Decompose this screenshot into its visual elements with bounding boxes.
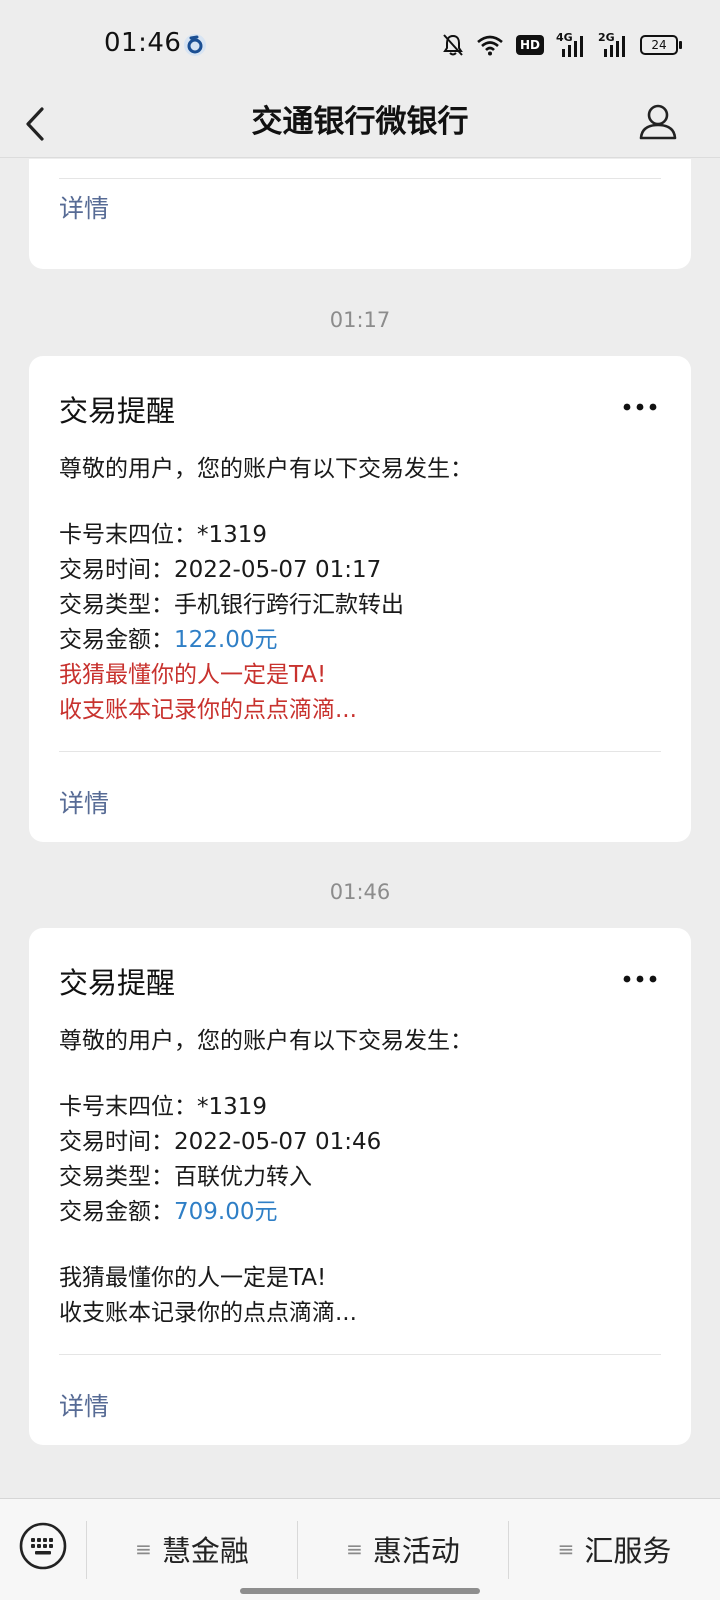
status-icons: HD 4G 2G 24: [442, 30, 682, 60]
detail-link[interactable]: 详情: [59, 784, 109, 820]
menu-lines-icon: ≡: [557, 1537, 575, 1561]
menu-item-label: 慧金融: [161, 1534, 249, 1568]
card-title: 交易提醒: [59, 966, 176, 1000]
message-card: 详情: [29, 159, 691, 269]
signal-2g-icon: 2G: [598, 31, 628, 57]
greeting-text: 尊敬的用户，您的账户有以下交易发生：: [59, 456, 473, 482]
transaction-amount-row: 交易金额：709.00元: [59, 1195, 661, 1230]
transaction-type-value: 手机银行跨行汇款转出: [174, 592, 404, 618]
promo-text-line-2: 收支账本记录你的点点滴滴...: [59, 1300, 357, 1326]
transaction-time-label: 交易时间：: [59, 557, 174, 583]
menu-item-hui-fuwu[interactable]: ≡ 汇服务: [509, 1527, 720, 1571]
more-dots-icon: [623, 403, 657, 411]
transaction-type-label: 交易类型：: [59, 1164, 174, 1190]
menu-item-hui-huodong[interactable]: ≡ 惠活动: [298, 1527, 508, 1571]
keyboard-icon: [19, 1522, 67, 1570]
card-number-value: *1319: [197, 522, 268, 548]
promo-text-line-1: 我猜最懂你的人一定是TA!: [59, 1265, 327, 1291]
menu-lines-icon: ≡: [135, 1537, 152, 1561]
card-number-row: 卡号末四位：*1319: [59, 518, 661, 553]
transaction-amount-label: 交易金额：: [59, 627, 174, 653]
card-number-row: 卡号末四位：*1319: [59, 1090, 661, 1125]
message-card: 交易提醒 尊敬的用户，您的账户有以下交易发生： 卡号末四位：*1319 交易时间…: [29, 356, 691, 842]
home-indicator[interactable]: [240, 1588, 480, 1594]
more-options-button[interactable]: [623, 970, 657, 983]
detail-link[interactable]: 详情: [59, 189, 109, 225]
more-options-button[interactable]: [623, 398, 657, 411]
bottom-menu-bar: ≡ 慧金融 ≡ 惠活动 ≡ 汇服务: [0, 1498, 720, 1600]
transaction-amount-label: 交易金额：: [59, 1199, 174, 1225]
signal-4g-icon: 4G: [556, 31, 586, 57]
status-bar: 01:46 HD 4G 2G 24: [0, 0, 720, 90]
message-list[interactable]: 详情 01:17 交易提醒 尊敬的用户，您的账户有以下交易发生： 卡号末四位：*…: [0, 159, 720, 1499]
transaction-time-label: 交易时间：: [59, 1129, 174, 1155]
card-divider: [59, 751, 661, 752]
message-timestamp: 01:46: [329, 880, 391, 904]
bank-app-notification-icon: [183, 33, 207, 57]
card-divider: [59, 178, 661, 179]
message-card: 交易提醒 尊敬的用户，您的账户有以下交易发生： 卡号末四位：*1319 交易时间…: [29, 928, 691, 1445]
card-number-value: *1319: [197, 1094, 268, 1120]
promo-text-line-2[interactable]: 收支账本记录你的点点滴滴...: [59, 693, 661, 728]
menu-item-label: 惠活动: [372, 1534, 460, 1568]
wifi-icon: [476, 34, 504, 56]
transaction-amount-value: 122.00元: [174, 627, 278, 653]
keyboard-toggle-button[interactable]: [18, 1521, 68, 1571]
transaction-amount-value: 709.00元: [174, 1199, 278, 1225]
transaction-type-row: 交易类型：手机银行跨行汇款转出: [59, 588, 661, 623]
page-title: 交通银行微银行: [251, 104, 469, 140]
card-divider: [59, 1354, 661, 1355]
transaction-time-row: 交易时间：2022-05-07 01:46: [59, 1125, 661, 1160]
user-icon: [639, 104, 677, 140]
card-body: 尊敬的用户，您的账户有以下交易发生： 卡号末四位：*1319 交易时间：2022…: [59, 452, 661, 728]
transaction-time-row: 交易时间：2022-05-07 01:17: [59, 553, 661, 588]
message-timestamp: 01:17: [329, 308, 391, 332]
transaction-type-value: 百联优力转入: [174, 1164, 312, 1190]
greeting-text: 尊敬的用户，您的账户有以下交易发生：: [59, 1028, 473, 1054]
card-number-label: 卡号末四位：: [59, 1094, 197, 1120]
card-title: 交易提醒: [59, 394, 176, 428]
menu-item-label: 汇服务: [584, 1534, 672, 1568]
card-number-label: 卡号末四位：: [59, 522, 197, 548]
battery-level: 24: [651, 38, 667, 52]
card-body: 尊敬的用户，您的账户有以下交易发生： 卡号末四位：*1319 交易时间：2022…: [59, 1024, 661, 1331]
transaction-type-row: 交易类型：百联优力转入: [59, 1160, 661, 1195]
transaction-time-value: 2022-05-07 01:46: [174, 1129, 382, 1155]
transaction-type-label: 交易类型：: [59, 592, 174, 618]
transaction-amount-row: 交易金额：122.00元: [59, 623, 661, 658]
profile-button[interactable]: [638, 98, 678, 146]
nav-header: 交通银行微银行: [0, 90, 720, 158]
status-time: 01:46: [104, 28, 182, 58]
promo-text-line-1[interactable]: 我猜最懂你的人一定是TA!: [59, 658, 661, 693]
detail-link[interactable]: 详情: [59, 1387, 109, 1423]
more-dots-icon: [623, 975, 657, 983]
menu-item-hui-jinrong[interactable]: ≡ 慧金融: [87, 1527, 297, 1571]
menu-lines-icon: ≡: [346, 1537, 363, 1561]
transaction-time-value: 2022-05-07 01:17: [174, 557, 382, 583]
bell-off-icon: [442, 33, 464, 57]
hd-icon: HD: [515, 35, 544, 55]
battery-icon: 24: [640, 35, 682, 55]
